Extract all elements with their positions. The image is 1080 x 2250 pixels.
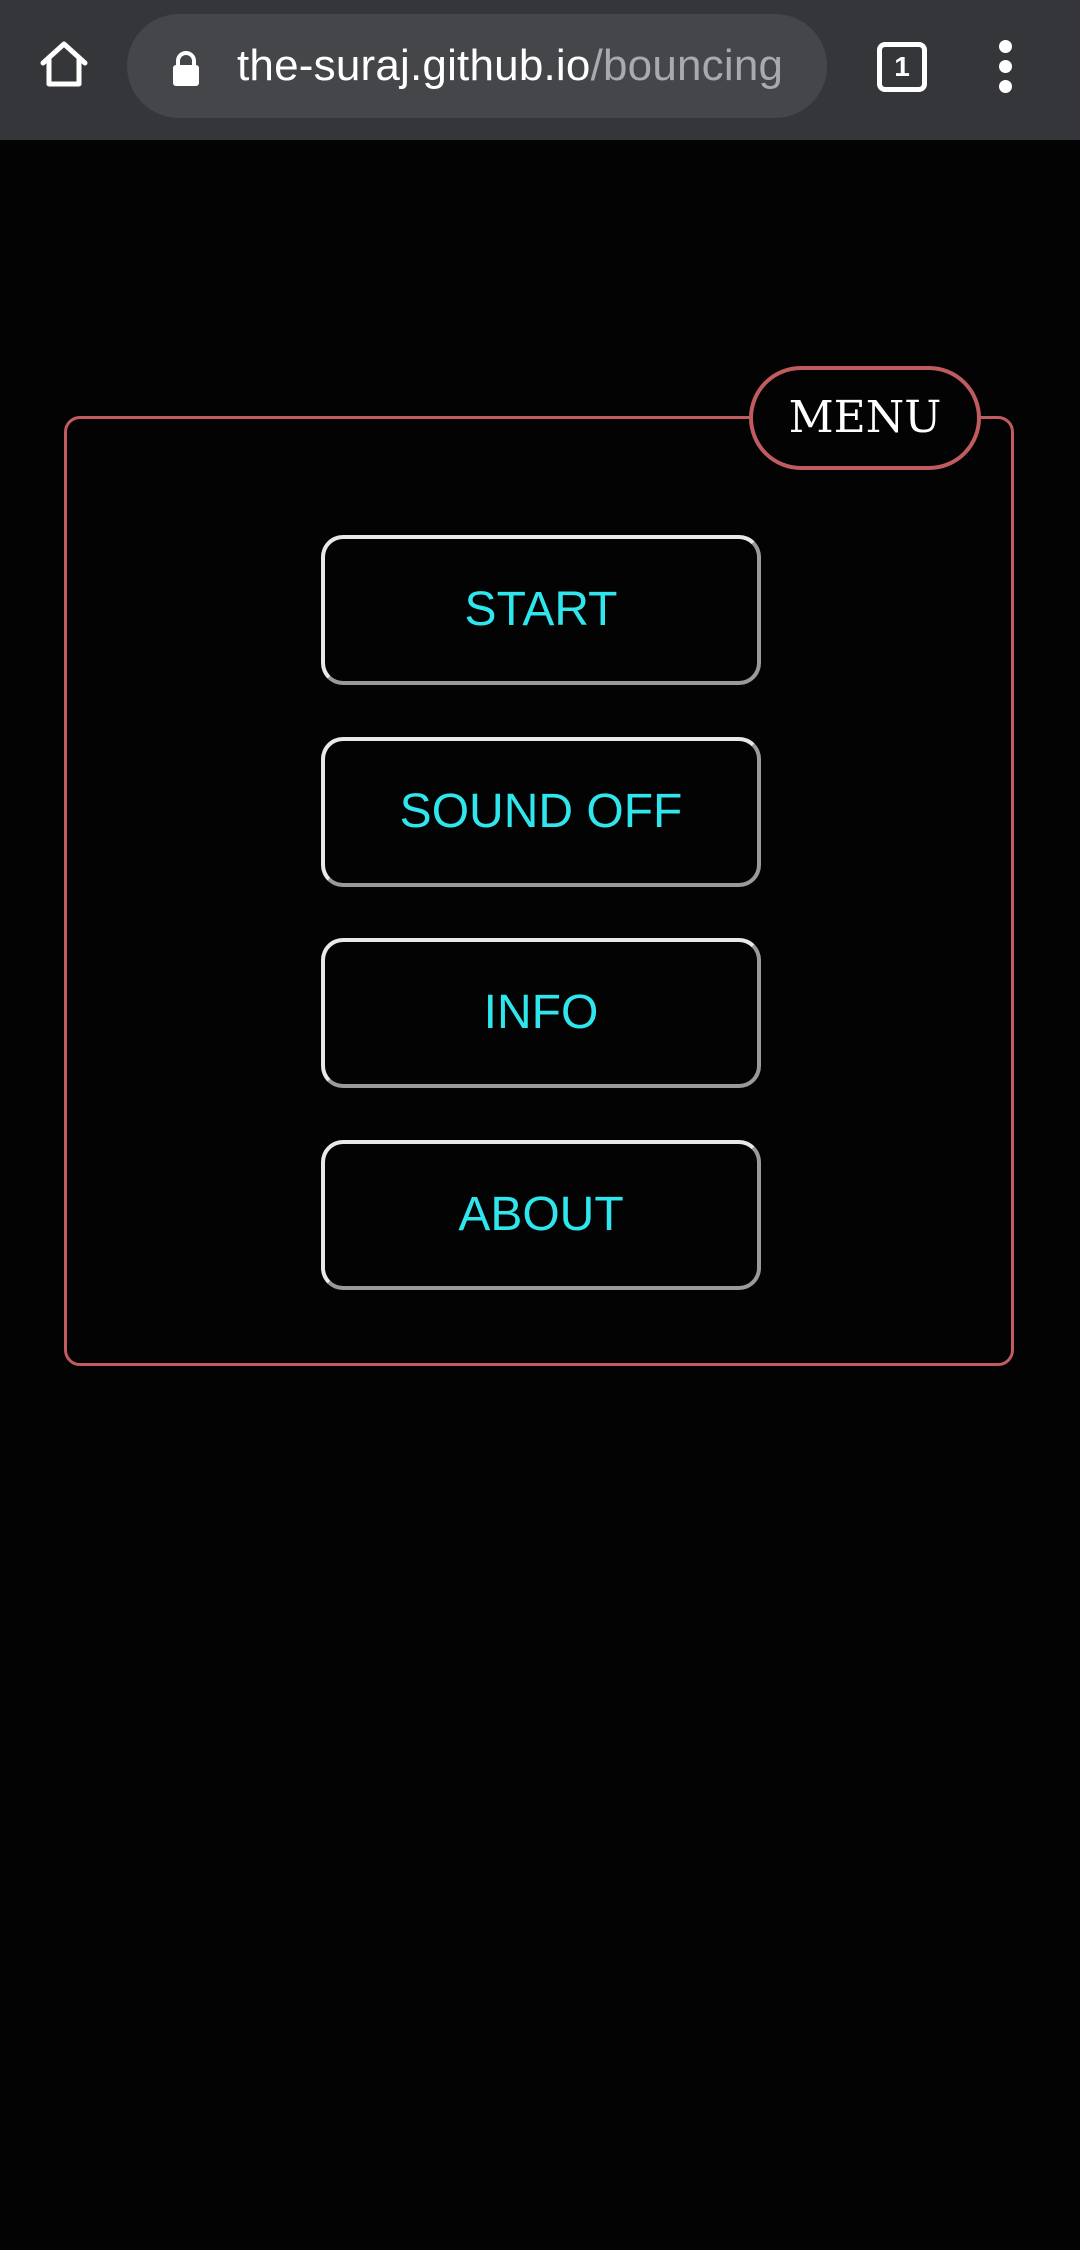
menu-dot (999, 40, 1012, 53)
address-bar[interactable]: the-suraj.github.io/bouncing (127, 14, 827, 118)
url-fade (777, 14, 827, 118)
tab-switcher-icon: 1 (877, 42, 927, 92)
menu-dot (999, 80, 1012, 93)
more-options-button[interactable] (985, 36, 1027, 96)
tab-switcher-button[interactable]: 1 (875, 40, 927, 92)
url-text: the-suraj.github.io/bouncing (237, 14, 783, 118)
url-host: the-suraj.github.io (237, 41, 591, 90)
home-icon (40, 41, 88, 87)
info-button[interactable]: INFO (321, 938, 761, 1088)
lock-icon (173, 51, 199, 86)
sound-toggle-button[interactable]: SOUND OFF (321, 737, 761, 887)
tab-count: 1 (894, 51, 910, 82)
home-button[interactable] (30, 30, 98, 98)
start-button[interactable]: START (321, 535, 761, 685)
menu-title: MENU (749, 366, 981, 470)
menu-dot (999, 60, 1012, 73)
browser-toolbar: the-suraj.github.io/bouncing 1 (0, 0, 1080, 140)
url-path: /bouncing (590, 41, 784, 90)
about-button[interactable]: ABOUT (321, 1140, 761, 1290)
